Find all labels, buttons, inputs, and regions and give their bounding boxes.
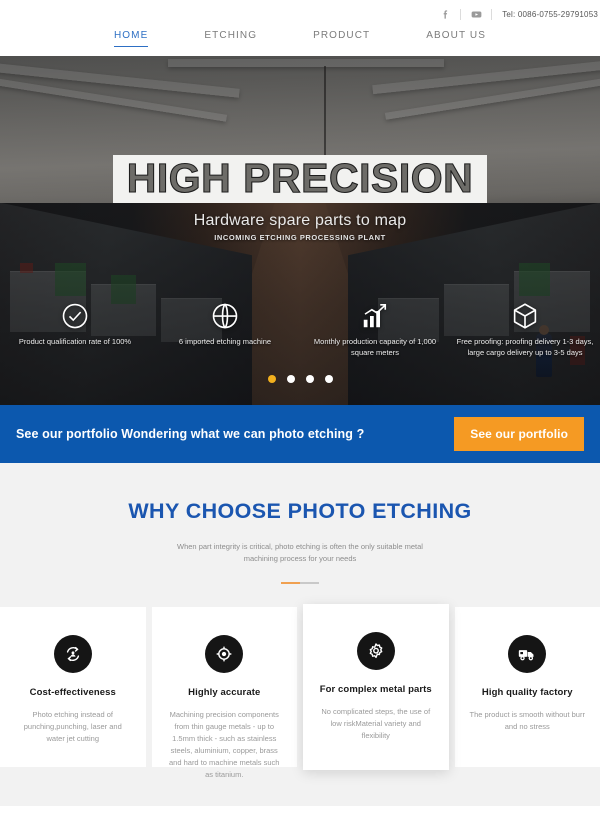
feature-card-body: No complicated steps, the use of low ris… [321,706,431,741]
utility-bar: Tel: 0086-0755-29791053 [0,0,600,28]
main-navigation: HOME ETCHING PRODUCT ABOUT US [0,28,600,56]
portfolio-cta-band: See our portfolio Wondering what we can … [0,405,600,463]
carousel-dot-3[interactable] [305,375,314,383]
hero-feature-label: 6 imported etching machine [178,337,272,346]
carousel-dot-2[interactable] [286,375,295,383]
cta-text: See our portfolio Wondering what we can … [16,427,365,441]
hero-tagline: INCOMING ETCHING PROCESSING PLANT [214,233,386,243]
truck-icon [508,634,547,673]
nav-item-about-us[interactable]: ABOUT US [426,30,486,47]
globe-icon [210,301,240,331]
hero-feature-label: Monthly production capacity of 1,000 squ… [313,337,437,357]
telephone-number: Tel: 0086-0755-29791053 [502,9,598,19]
hero-feature-capacity: Monthly production capacity of 1,000 squ… [300,301,450,358]
hero-title: HIGH PRECISION [126,155,474,201]
feature-card-high-quality-factory[interactable]: High quality factory The product is smoo… [454,606,600,767]
check-circle-icon [60,301,90,331]
hero-feature-label: Free proofing: proofing delivery 1-3 day… [456,337,594,357]
section-divider [281,581,319,584]
facebook-icon[interactable] [434,5,456,23]
feature-card-cost-effectiveness[interactable]: Cost-effectiveness Photo etching instead… [0,606,146,767]
section-subtitle: When part integrity is critical, photo e… [177,542,423,564]
gear-icon [356,631,395,670]
target-icon [205,634,244,673]
feature-card-title: High quality factory [481,686,573,698]
feature-card-body: Machining precision components from thin… [169,709,280,780]
carousel-dot-4[interactable] [324,375,333,383]
hero-subtitle: Hardware spare parts to map [193,212,407,230]
feature-card-body: Photo etching instead of punching,punchi… [23,709,122,744]
divider [491,8,493,20]
nav-item-etching[interactable]: ETCHING [204,30,257,47]
hero-carousel: HIGH PRECISION Hardware spare parts to m… [0,56,600,405]
feature-card-complex-metal-parts[interactable]: For complex metal parts No complicated s… [303,603,449,770]
bar-chart-icon [360,301,390,331]
hero-feature-row: Product qualification rate of 100% 6 imp… [0,301,600,358]
feature-card-title: Highly accurate [188,686,261,698]
hero-feature-qualification: Product qualification rate of 100% [0,301,150,358]
feature-card-highly-accurate[interactable]: Highly accurate Machining precision comp… [151,606,297,779]
section-title: WHY CHOOSE PHOTO ETCHING [128,499,472,523]
youtube-icon[interactable] [465,5,487,23]
carousel-dots [0,375,600,383]
hero-feature-label: Product qualification rate of 100% [18,337,132,346]
nav-item-home[interactable]: HOME [113,30,149,47]
nav-item-product[interactable]: PRODUCT [313,30,370,47]
box-icon [510,301,540,331]
see-our-portfolio-button[interactable]: See our portfolio [454,417,584,451]
hero-feature-machines: 6 imported etching machine [150,301,300,358]
hero-title-box: HIGH PRECISION [112,155,488,204]
feature-card-title: For complex metal parts [319,683,432,695]
feature-card-body: The product is smooth without burr and n… [469,709,585,731]
recycle-person-icon [53,634,92,673]
carousel-dot-1[interactable] [267,375,276,383]
feature-card-list: Cost-effectiveness Photo etching instead… [0,603,600,779]
hero-feature-proofing: Free proofing: proofing delivery 1-3 day… [450,301,600,358]
feature-card-title: Cost-effectiveness [29,686,116,698]
divider [460,8,462,20]
why-choose-section: WHY CHOOSE PHOTO ETCHING When part integ… [0,463,600,806]
